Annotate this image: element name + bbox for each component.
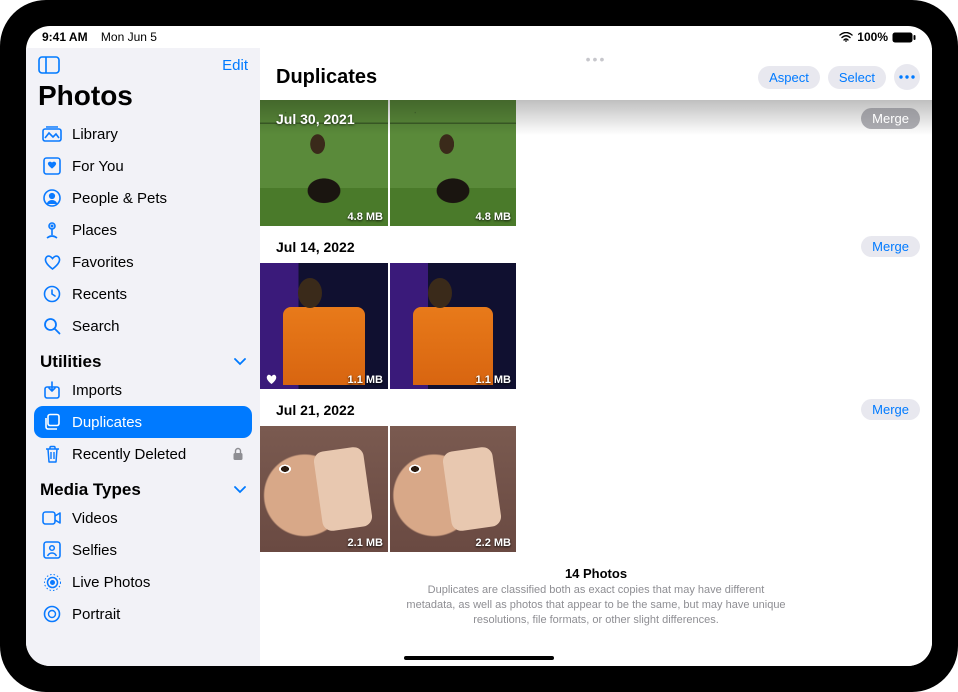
edit-button[interactable]: Edit <box>222 57 248 74</box>
sidebar-item-label: Duplicates <box>72 414 142 431</box>
file-size: 1.1 MB <box>348 374 383 386</box>
sidebar-item-places[interactable]: Places <box>34 214 252 246</box>
group-date: Jul 14, 2022 <box>276 239 355 255</box>
chevron-down-icon <box>234 358 246 366</box>
sidebar-item-label: Recents <box>72 286 127 303</box>
battery-icon <box>892 32 916 43</box>
sidebar-item-label: Videos <box>72 510 118 527</box>
footer-note: 14 Photos Duplicates are classified both… <box>260 552 932 648</box>
sidebar-item-foryou[interactable]: For You <box>34 150 252 182</box>
status-left: 9:41 AM Mon Jun 5 <box>42 30 157 44</box>
sidebar-item-label: Live Photos <box>72 574 150 591</box>
section-title: Utilities <box>40 352 101 372</box>
duplicate-group: Jul 21, 2022 Merge 2.1 MB 2.2 MB <box>260 389 932 552</box>
file-size: 2.2 MB <box>476 537 511 549</box>
file-size: 1.1 MB <box>476 374 511 386</box>
duplicates-icon <box>42 412 62 432</box>
sidebar-item-portrait[interactable]: Portrait <box>34 598 252 630</box>
portrait-icon <box>42 604 62 624</box>
group-date: Jul 21, 2022 <box>276 402 355 418</box>
sidebar-item-label: Favorites <box>72 254 134 271</box>
photo-thumbnail[interactable]: 2.2 MB <box>390 426 516 552</box>
page-title: Duplicates <box>276 66 377 89</box>
sidebar-item-label: People & Pets <box>72 190 167 207</box>
trash-icon <box>42 444 62 464</box>
sidebar-item-recently-deleted[interactable]: Recently Deleted <box>34 438 252 470</box>
foryou-icon <box>42 156 62 176</box>
people-icon <box>42 188 62 208</box>
sidebar-item-label: For You <box>72 158 124 175</box>
favorite-icon <box>265 373 278 385</box>
ipad-frame: 9:41 AM Mon Jun 5 100% Edit Photos <box>0 0 958 692</box>
merge-button[interactable]: Merge <box>861 236 920 257</box>
sidebar-item-recents[interactable]: Recents <box>34 278 252 310</box>
live-icon <box>42 572 62 592</box>
library-icon <box>42 124 62 144</box>
sidebar-item-favorites[interactable]: Favorites <box>34 246 252 278</box>
heart-icon <box>42 252 62 272</box>
duplicate-group: Jul 14, 2022 Merge 1.1 MB 1.1 MB <box>260 226 932 389</box>
status-right: 100% <box>839 30 916 44</box>
status-bar: 9:41 AM Mon Jun 5 100% <box>26 26 932 48</box>
sidebar-item-label: Recently Deleted <box>72 446 186 463</box>
wifi-icon <box>839 32 853 42</box>
merge-button[interactable]: Merge <box>861 108 920 129</box>
screen: 9:41 AM Mon Jun 5 100% Edit Photos <box>26 26 932 666</box>
photo-count: 14 Photos <box>320 566 872 581</box>
sidebar-toggle-icon[interactable] <box>38 56 60 74</box>
search-icon <box>42 316 62 336</box>
selfie-icon <box>42 540 62 560</box>
status-time: 9:41 AM <box>42 30 88 44</box>
sidebar-section-utilities[interactable]: Utilities <box>34 342 252 374</box>
clock-icon <box>42 284 62 304</box>
group-header: Jul 21, 2022 Merge <box>260 389 932 426</box>
sidebar-item-duplicates[interactable]: Duplicates <box>34 406 252 438</box>
sidebar-item-label: Portrait <box>72 606 120 623</box>
duplicate-group: Jul 30, 2021 Merge 4.8 MB 4.8 MB <box>260 100 932 226</box>
sidebar-item-label: Places <box>72 222 117 239</box>
import-icon <box>42 380 62 400</box>
more-button[interactable] <box>894 64 920 90</box>
content-scroll[interactable]: Jul 30, 2021 Merge 4.8 MB 4.8 MB <box>260 100 932 666</box>
sidebar-item-search[interactable]: Search <box>34 310 252 342</box>
file-size: 4.8 MB <box>348 211 383 223</box>
sidebar-item-videos[interactable]: Videos <box>34 502 252 534</box>
chevron-down-icon <box>234 486 246 494</box>
sidebar: Edit Photos Library For You People & Pet… <box>26 48 260 666</box>
sidebar-item-selfies[interactable]: Selfies <box>34 534 252 566</box>
group-header: Jul 30, 2021 Merge <box>260 100 932 135</box>
sidebar-item-label: Imports <box>72 382 122 399</box>
video-icon <box>42 508 62 528</box>
group-header: Jul 14, 2022 Merge <box>260 226 932 263</box>
photo-thumbnail[interactable]: 2.1 MB <box>260 426 388 552</box>
file-size: 2.1 MB <box>348 537 383 549</box>
main-panel: ••• Duplicates Aspect Select Jul 30, 202… <box>260 48 932 666</box>
sidebar-item-label: Selfies <box>72 542 117 559</box>
sidebar-section-media[interactable]: Media Types <box>34 470 252 502</box>
aspect-button[interactable]: Aspect <box>758 66 820 89</box>
sidebar-item-label: Search <box>72 318 120 335</box>
battery-pct: 100% <box>857 30 888 44</box>
merge-button[interactable]: Merge <box>861 399 920 420</box>
footer-description: Duplicates are classified both as exact … <box>406 583 786 628</box>
photo-thumbnail[interactable]: 1.1 MB <box>390 263 516 389</box>
group-date: Jul 30, 2021 <box>276 111 355 127</box>
multitasking-icon[interactable]: ••• <box>586 51 607 67</box>
select-button[interactable]: Select <box>828 66 886 89</box>
file-size: 4.8 MB <box>476 211 511 223</box>
photo-thumbnail[interactable]: 1.1 MB <box>260 263 388 389</box>
sidebar-title: Photos <box>34 80 252 118</box>
sidebar-item-imports[interactable]: Imports <box>34 374 252 406</box>
section-title: Media Types <box>40 480 141 500</box>
places-icon <box>42 220 62 240</box>
sidebar-item-people[interactable]: People & Pets <box>34 182 252 214</box>
sidebar-item-label: Library <box>72 126 118 143</box>
sidebar-item-library[interactable]: Library <box>34 118 252 150</box>
sidebar-item-live[interactable]: Live Photos <box>34 566 252 598</box>
home-indicator[interactable] <box>404 656 554 660</box>
lock-icon <box>232 447 244 461</box>
status-date: Mon Jun 5 <box>101 30 157 44</box>
